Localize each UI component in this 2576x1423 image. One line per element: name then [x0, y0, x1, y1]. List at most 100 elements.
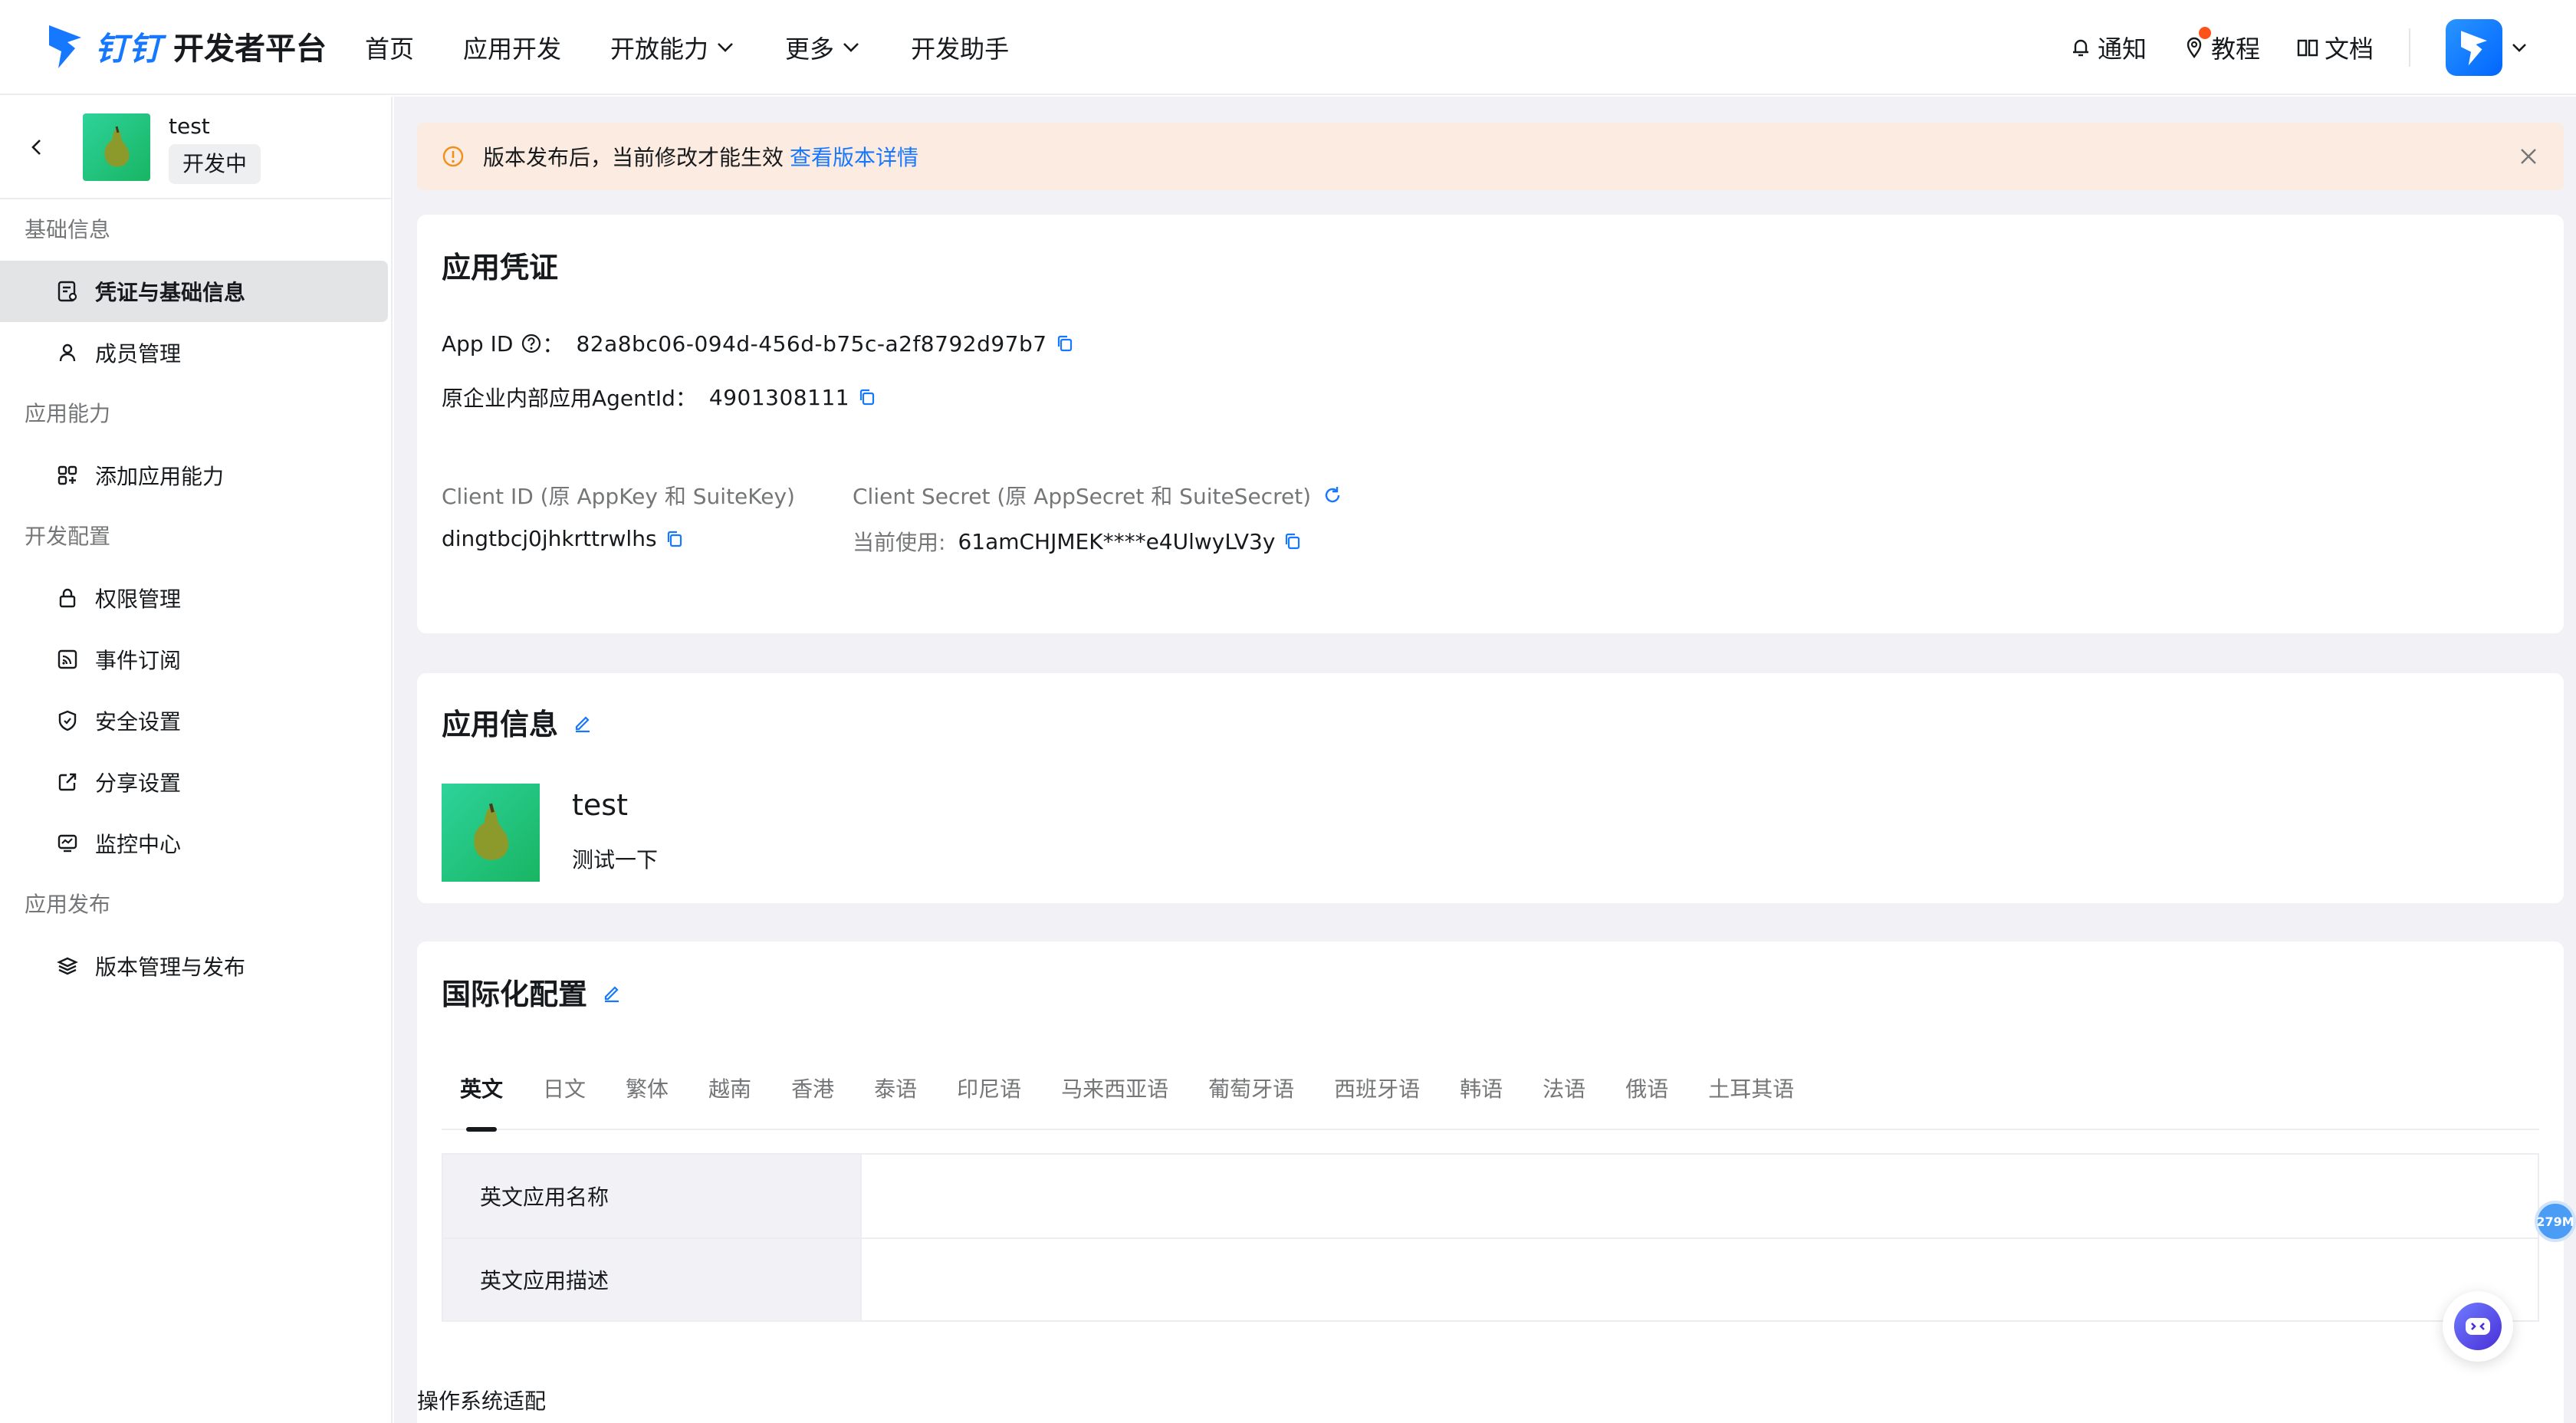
sidebar-item-members[interactable]: 成员管理 [0, 322, 388, 383]
tab-japanese[interactable]: 日文 [524, 1064, 604, 1130]
tab-spanish[interactable]: 西班牙语 [1316, 1064, 1438, 1130]
client-secret-row: 当前使用: 61amCHJMEK****e4UlwyLV3y [853, 526, 1303, 557]
i18n-card: 国际化配置 英文 日文 繁体 越南 香港 泰语 印尼语 马来西亚语 葡萄牙语 西… [417, 942, 2564, 1423]
nav-item-dev-assistant[interactable]: 开发助手 [911, 30, 1009, 65]
tab-malay[interactable]: 马来西亚语 [1043, 1064, 1187, 1130]
memory-badge[interactable]: 279M [2535, 1201, 2576, 1242]
notify-button[interactable]: 通知 [2068, 30, 2147, 65]
sidebar-item-permissions[interactable]: 权限管理 [0, 567, 388, 629]
tab-turkish[interactable]: 土耳其语 [1690, 1064, 1812, 1130]
sidebar-item-events[interactable]: 事件订阅 [0, 629, 388, 690]
rss-icon [55, 647, 80, 672]
copy-icon [667, 531, 682, 547]
copy-app-id-button[interactable] [1055, 334, 1075, 353]
language-tabs: 英文 日文 繁体 越南 香港 泰语 印尼语 马来西亚语 葡萄牙语 西班牙语 韩语… [442, 1064, 2539, 1132]
help-icon[interactable] [521, 333, 542, 354]
close-icon [2521, 149, 2536, 164]
english-name-value [862, 1155, 2538, 1237]
tab-portuguese[interactable]: 葡萄牙语 [1190, 1064, 1313, 1130]
copy-client-secret-button[interactable] [1283, 531, 1303, 551]
agent-id-row: 原企业内部应用AgentId： 4901308111 [442, 382, 877, 412]
apps-add-icon [55, 463, 80, 488]
sidebar-app-header: test 开发中 [0, 97, 391, 199]
copy-agent-id-button[interactable] [857, 387, 877, 407]
tab-english[interactable]: 英文 [442, 1064, 521, 1132]
edit-app-info-button[interactable] [572, 712, 593, 733]
tab-korean[interactable]: 韩语 [1441, 1064, 1521, 1130]
copy-icon [859, 389, 875, 406]
app-icon [442, 784, 540, 882]
app-id-row: App ID ： 82a8bc06-094d-456d-b75c-a2f8792… [442, 328, 1075, 359]
copy-client-id-button[interactable] [665, 529, 685, 549]
client-id-value: dingtbcj0jhkrttrwlhs [442, 526, 657, 551]
client-secret-label: Client Secret (原 AppSecret 和 SuiteSecret… [853, 480, 1343, 511]
tab-vietnamese[interactable]: 越南 [690, 1064, 770, 1130]
monitor-icon [55, 831, 80, 856]
app-info-desc: 测试一下 [572, 847, 659, 873]
sidebar-group-release: 应用发布 [25, 892, 111, 917]
agent-id-value: 4901308111 [708, 384, 850, 410]
client-id-row: dingtbcj0jhkrttrwlhs [442, 526, 685, 551]
client-secret-value: 61amCHJMEK****e4UlwyLV3y [958, 528, 1276, 554]
credentials-card: 应用凭证 App ID ： 82a8bc06-094d-456d-b75c-a2… [417, 215, 2564, 633]
chevron-down-icon [2512, 44, 2526, 52]
edit-icon [575, 715, 590, 732]
card-title: 国际化配置 [442, 971, 623, 1013]
nav-item-home[interactable]: 首页 [365, 30, 414, 65]
close-button[interactable] [2515, 143, 2542, 170]
nav-item-more[interactable]: 更多 [785, 30, 862, 65]
refresh-icon[interactable] [1322, 485, 1343, 506]
active-tab-indicator [466, 1127, 497, 1132]
app-icon [83, 113, 150, 181]
copy-icon [1057, 335, 1072, 352]
back-button[interactable] [23, 133, 51, 161]
logo-subtitle: 开发者平台 [173, 31, 327, 67]
app-info-name: test [572, 788, 628, 822]
chevron-down-icon [718, 43, 733, 52]
nav-item-app-dev[interactable]: 应用开发 [463, 30, 561, 65]
sidebar: test 开发中 基础信息 凭证与基础信息 成员管理 应用能力 添加应用能力 开… [0, 97, 393, 1423]
credential-icon [55, 279, 80, 304]
chevron-left-icon [31, 140, 41, 155]
copy-icon [1286, 533, 1300, 550]
bell-icon [2072, 39, 2088, 57]
sidebar-item-share[interactable]: 分享设置 [0, 751, 388, 813]
user-icon [55, 340, 80, 365]
sidebar-item-add-capability[interactable]: 添加应用能力 [0, 445, 388, 506]
user-avatar-menu[interactable] [2446, 19, 2530, 76]
card-title: 应用凭证 [442, 251, 559, 284]
tutorial-button[interactable]: 教程 [2182, 27, 2260, 65]
nav-item-open-capability[interactable]: 开放能力 [610, 30, 736, 65]
sidebar-app-name: test [169, 113, 210, 139]
layers-icon [55, 954, 80, 978]
share-icon [55, 770, 80, 794]
sidebar-item-security[interactable]: 安全设置 [0, 690, 388, 751]
book-icon [2297, 39, 2318, 57]
table-key: 英文应用名称 [443, 1155, 862, 1237]
tab-russian[interactable]: 俄语 [1607, 1064, 1687, 1130]
docs-button[interactable]: 文档 [2295, 30, 2374, 65]
dingtalk-logo-icon [49, 25, 81, 68]
sidebar-item-versions[interactable]: 版本管理与发布 [0, 935, 388, 997]
assistant-bot-icon [2454, 1303, 2502, 1350]
tab-indonesian[interactable]: 印尼语 [938, 1064, 1040, 1130]
tab-french[interactable]: 法语 [1524, 1064, 1604, 1130]
notice-banner: 版本发布后，当前修改才能生效 查看版本详情 [417, 123, 2564, 190]
table-row: 英文应用名称 [443, 1155, 2538, 1237]
sidebar-group-dev-config: 开发配置 [25, 524, 111, 549]
tab-thai[interactable]: 泰语 [856, 1064, 935, 1130]
pear-icon [474, 803, 509, 860]
dingtalk-logo[interactable]: 钉钉 开发者平台 [46, 20, 327, 72]
view-version-link[interactable]: 查看版本详情 [790, 141, 918, 172]
sidebar-item-credentials[interactable]: 凭证与基础信息 [0, 261, 388, 322]
assistant-chat-button[interactable] [2443, 1291, 2513, 1362]
i18n-table: 英文应用名称 英文应用描述 [442, 1153, 2539, 1322]
lock-icon [55, 586, 80, 610]
edit-i18n-button[interactable] [601, 981, 623, 1003]
os-adaptation-title: 操作系统适配 [417, 1388, 547, 1414]
tab-traditional[interactable]: 繁体 [607, 1064, 687, 1130]
sidebar-item-monitor[interactable]: 监控中心 [0, 813, 388, 874]
tab-hongkong[interactable]: 香港 [773, 1064, 853, 1130]
unread-dot [2198, 27, 2211, 39]
sidebar-group-capability: 应用能力 [25, 401, 111, 426]
